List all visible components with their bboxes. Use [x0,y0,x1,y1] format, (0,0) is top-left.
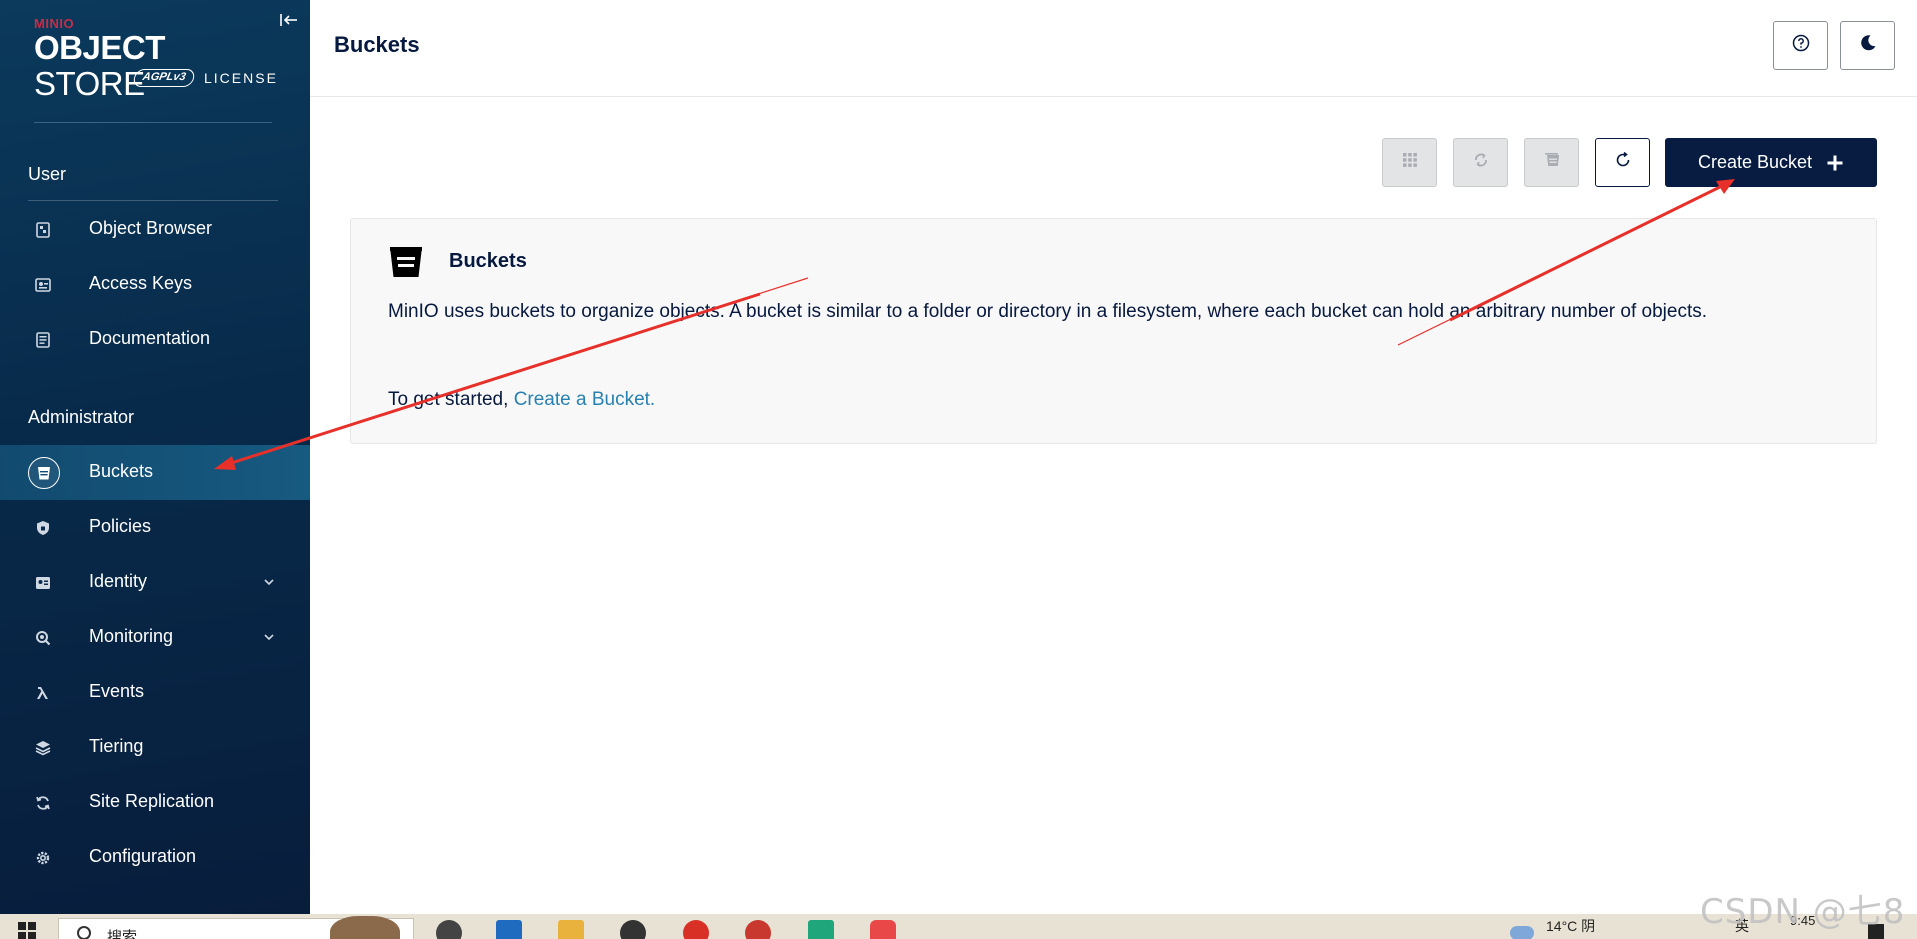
section-label-administrator: Administrator [28,407,135,427]
grid-icon [1401,151,1419,174]
access-keys-icon [29,271,57,299]
refresh-button[interactable] [1595,138,1650,187]
section-divider [28,200,278,201]
create-bucket-link[interactable]: Create a Bucket. [514,389,656,410]
create-bucket-button[interactable]: Create Bucket [1665,138,1877,187]
info-title: Buckets [449,250,527,272]
sidebar-item-object-browser[interactable]: Object Browser [0,202,310,257]
multiple-buckets-icon [1542,151,1562,174]
app-icon[interactable] [870,920,896,939]
help-icon [1792,34,1810,57]
sidebar-item-identity[interactable]: Identity [0,555,310,610]
sidebar-item-tiering[interactable]: Tiering [0,720,310,775]
sidebar-item-label: Identity [89,571,148,591]
page-header: Buckets [310,0,1917,97]
identity-card-icon [29,569,57,597]
theme-toggle-button[interactable] [1840,21,1895,70]
file-explorer-icon[interactable] [558,920,584,939]
sidebar-divider [34,122,272,123]
chevron-down-icon[interactable] [262,630,276,644]
brand-title-bold: OBJECT [34,29,165,66]
replication-icon [1472,151,1490,174]
documentation-icon [29,326,57,354]
mail-app-icon[interactable] [496,920,522,939]
buckets-info-panel: Buckets MinIO uses buckets to organize o… [350,218,1877,444]
license-badge: AGPLv3 [132,69,196,87]
help-button[interactable] [1773,21,1828,70]
page-title: Buckets [334,32,420,57]
bucket-icon [28,457,60,489]
sidebar-item-access-keys[interactable]: Access Keys [0,257,310,312]
policies-shield-icon [29,514,57,542]
windows-start-icon[interactable] [18,922,36,939]
sidebar-item-configuration[interactable]: Configuration [0,830,310,885]
info-call-to-action: To get started, Create a Bucket. [388,389,655,411]
brand-title-rest: STORE [34,65,145,102]
sidebar-item-buckets[interactable]: Buckets [0,445,310,500]
csdn-watermark: CSDN @七8 [1700,892,1906,932]
chrome-icon[interactable] [745,920,771,939]
replication-button[interactable] [1453,138,1508,187]
task-view-icon[interactable] [436,920,462,939]
search-highlight-image [330,916,400,939]
site-replication-icon [29,789,57,817]
sidebar-item-label: Configuration [89,846,197,866]
sidebar-item-documentation[interactable]: Documentation [0,312,310,367]
os-taskbar: 搜索 14°C 阴 英 9:45 [0,914,1917,939]
info-description: MinIO uses buckets to organize objects. … [388,301,1708,322]
sidebar-item-label: Monitoring [89,626,174,646]
info-cta-prefix: To get started, [388,389,514,410]
brand-title: OBJECT STORE [34,30,284,102]
lifecycle-button[interactable] [1524,138,1579,187]
license-label: LICENSE [204,70,278,86]
sidebar-item-label: Events [89,681,145,701]
chrome-icon[interactable] [683,920,709,939]
lambda-icon [29,679,57,707]
chevron-down-icon[interactable] [262,575,276,589]
sidebar-item-label: Tiering [89,736,144,756]
sidebar: MINIO OBJECT STORE AGPLv3 LICENSE User O… [0,0,310,914]
gear-icon [29,844,57,872]
grid-view-button[interactable] [1382,138,1437,187]
weather-text: 14°C 阴 [1546,918,1596,934]
sidebar-item-events[interactable]: Events [0,665,310,720]
sidebar-item-label: Documentation [89,328,211,348]
dell-app-icon[interactable] [620,920,646,939]
search-icon [77,926,91,939]
section-label-user: User [28,164,67,184]
taskbar-search-placeholder: 搜索 [107,929,138,939]
sidebar-item-label: Object Browser [89,218,213,238]
brand-logo: MINIO OBJECT STORE AGPLv3 LICENSE [34,16,284,102]
refresh-icon [1614,151,1632,174]
sidebar-item-label: Access Keys [89,273,193,293]
weather-icon [1510,926,1534,939]
sidebar-item-label: Buckets [89,461,154,481]
sidebar-item-label: Policies [89,516,152,536]
create-bucket-label: Create Bucket [1697,152,1813,172]
dev-tool-icon[interactable] [808,920,834,939]
tiering-layers-icon [29,734,57,762]
sidebar-item-label: Site Replication [89,791,215,811]
minio-console-window: MINIO OBJECT STORE AGPLv3 LICENSE User O… [0,0,1917,939]
sidebar-item-monitoring[interactable]: Monitoring [0,610,310,665]
plus-icon [1826,153,1844,173]
dark-mode-moon-icon [1859,34,1877,57]
bucket-icon [388,244,424,280]
monitoring-magnifier-icon [29,624,57,652]
sidebar-item-site-replication[interactable]: Site Replication [0,775,310,830]
sidebar-item-policies[interactable]: Policies [0,500,310,555]
object-browser-icon [29,216,57,244]
